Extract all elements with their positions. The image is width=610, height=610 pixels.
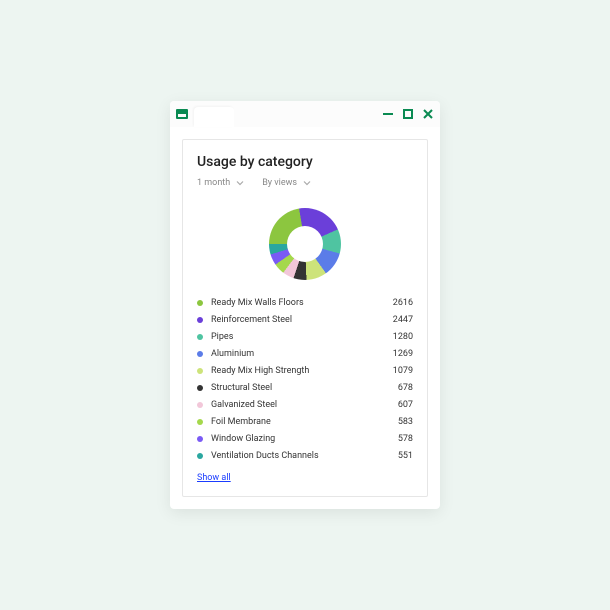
legend-value: 551 xyxy=(398,451,413,461)
legend-value: 583 xyxy=(398,417,413,427)
legend-row: Ventilation Ducts Channels551 xyxy=(197,451,413,461)
chevron-down-icon xyxy=(236,179,244,187)
legend-value: 1079 xyxy=(393,366,413,376)
legend-value: 2616 xyxy=(393,298,413,308)
legend-dot xyxy=(197,402,203,408)
legend-label: Foil Membrane xyxy=(211,417,398,427)
show-all-link[interactable]: Show all xyxy=(197,473,231,483)
legend-row: Window Glazing578 xyxy=(197,434,413,444)
legend-dot xyxy=(197,300,203,306)
titlebar xyxy=(170,101,440,127)
legend-row: Reinforcement Steel2447 xyxy=(197,315,413,325)
app-window: Usage by category 1 month By views Ready… xyxy=(170,101,440,509)
usage-card: Usage by category 1 month By views Ready… xyxy=(182,139,428,497)
legend-label: Window Glazing xyxy=(211,434,398,444)
card-title: Usage by category xyxy=(197,154,413,170)
time-filter-label: 1 month xyxy=(197,178,230,188)
legend-row: Galvanized Steel607 xyxy=(197,400,413,410)
close-button[interactable] xyxy=(422,108,434,120)
sort-filter-label: By views xyxy=(262,178,297,188)
time-filter[interactable]: 1 month xyxy=(197,178,244,188)
legend-row: Structural Steel678 xyxy=(197,383,413,393)
legend-value: 1269 xyxy=(393,349,413,359)
legend-dot xyxy=(197,436,203,442)
legend-dot xyxy=(197,334,203,340)
legend-dot xyxy=(197,419,203,425)
legend-dot xyxy=(197,368,203,374)
legend-label: Structural Steel xyxy=(211,383,398,393)
legend-value: 607 xyxy=(398,400,413,410)
legend-label: Reinforcement Steel xyxy=(211,315,393,325)
legend-value: 678 xyxy=(398,383,413,393)
legend-label: Ventilation Ducts Channels xyxy=(211,451,398,461)
filter-row: 1 month By views xyxy=(197,178,413,188)
legend-dot xyxy=(197,385,203,391)
chevron-down-icon xyxy=(303,179,311,187)
legend-label: Ready Mix Walls Floors xyxy=(211,298,393,308)
titlebar-left xyxy=(176,101,234,127)
app-icon xyxy=(176,109,188,119)
legend-row: Ready Mix Walls Floors2616 xyxy=(197,298,413,308)
legend-dot xyxy=(197,317,203,323)
legend-row: Pipes1280 xyxy=(197,332,413,342)
legend-label: Galvanized Steel xyxy=(211,400,398,410)
donut-chart xyxy=(269,208,341,280)
maximize-button[interactable] xyxy=(402,108,414,120)
legend-value: 2447 xyxy=(393,315,413,325)
window-controls xyxy=(382,108,434,120)
minimize-button[interactable] xyxy=(382,108,394,120)
legend-label: Ready Mix High Strength xyxy=(211,366,393,376)
legend-row: Aluminium1269 xyxy=(197,349,413,359)
legend-label: Aluminium xyxy=(211,349,393,359)
legend-dot xyxy=(197,453,203,459)
donut-chart-wrap xyxy=(197,202,413,298)
legend-value: 578 xyxy=(398,434,413,444)
legend-row: Ready Mix High Strength1079 xyxy=(197,366,413,376)
legend-row: Foil Membrane583 xyxy=(197,417,413,427)
sort-filter[interactable]: By views xyxy=(262,178,311,188)
legend-value: 1280 xyxy=(393,332,413,342)
legend-label: Pipes xyxy=(211,332,393,342)
legend-dot xyxy=(197,351,203,357)
active-tab[interactable] xyxy=(194,107,234,127)
legend-list: Ready Mix Walls Floors2616Reinforcement … xyxy=(197,298,413,461)
